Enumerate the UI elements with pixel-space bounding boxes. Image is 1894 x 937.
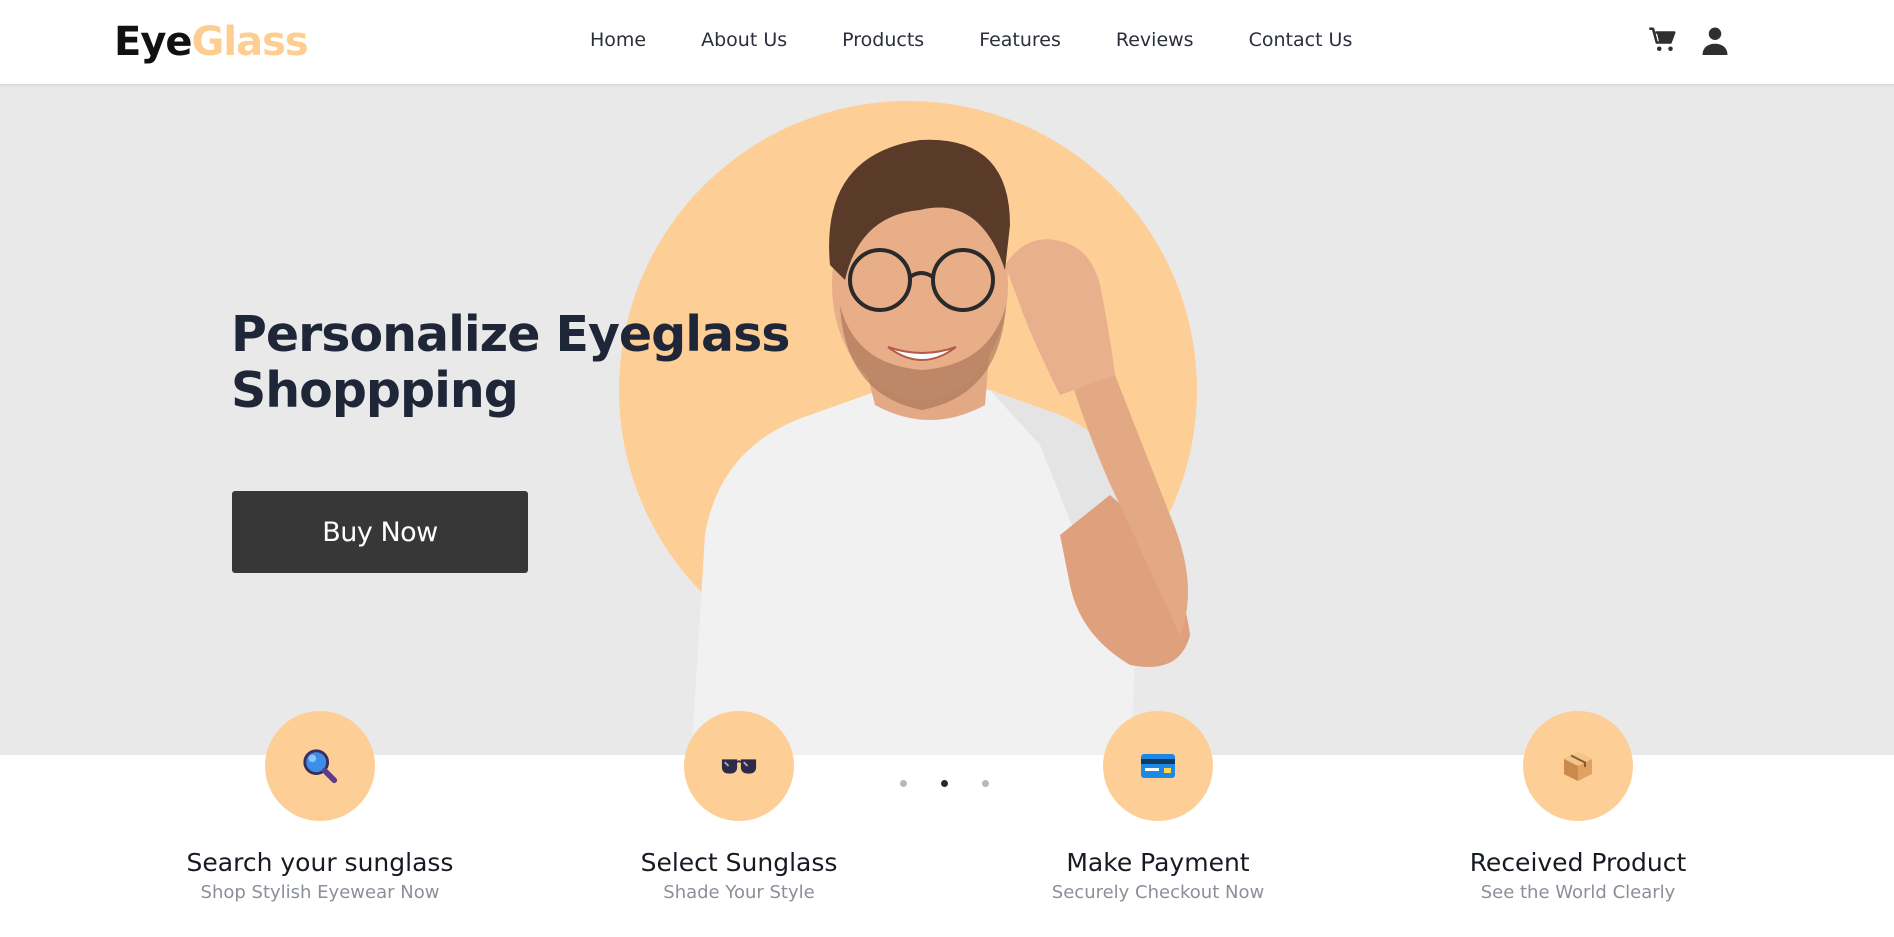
package-icon (1564, 752, 1592, 781)
hero-title-line-1: Personalize Eyeglass (231, 306, 790, 363)
nav-home[interactable]: Home (590, 28, 646, 52)
step-payment: Make Payment Securely Checkout Now (948, 711, 1368, 905)
step-icon-circle (684, 711, 794, 821)
nav-products[interactable]: Products (842, 28, 924, 52)
hero-title: Personalize Eyeglass Shoppping (231, 307, 791, 419)
step-icon-circle (265, 711, 375, 821)
sunglasses-icon (721, 759, 757, 774)
buy-now-button[interactable]: Buy Now (232, 491, 528, 573)
step-title: Received Product (1469, 848, 1687, 877)
hero-banner: Personalize Eyeglass Shoppping Buy Now (0, 85, 1894, 755)
nav-features[interactable]: Features (979, 28, 1061, 52)
step-title: Search your sunglass (186, 848, 454, 877)
logo-part-glass: Glass (191, 19, 309, 65)
nav-reviews[interactable]: Reviews (1116, 28, 1194, 52)
magnifier-icon (303, 749, 338, 784)
site-header: EyeGlass Home About Us Products Features… (0, 0, 1894, 85)
step-receive: Received Product See the World Clearly (1368, 711, 1788, 905)
nav-contact-us[interactable]: Contact Us (1249, 28, 1353, 52)
carousel-dots (900, 780, 1023, 787)
nav-about-us[interactable]: About Us (701, 28, 787, 52)
hero-title-line-2: Shoppping (231, 362, 519, 419)
main-nav: Home About Us Products Features Reviews … (590, 28, 1407, 52)
step-subtitle: See the World Clearly (1480, 882, 1676, 903)
cart-icon[interactable] (1648, 25, 1678, 55)
carousel-dot-3[interactable] (982, 780, 989, 787)
step-subtitle: Shop Stylish Eyewear Now (200, 882, 440, 903)
logo-part-eye: Eye (114, 19, 193, 65)
carousel-dot-1[interactable] (900, 780, 907, 787)
user-icon[interactable] (1700, 25, 1730, 55)
logo[interactable]: EyeGlass (114, 18, 309, 66)
step-select: Select Sunglass Shade Your Style (529, 711, 949, 905)
hero-person-image (691, 139, 1190, 755)
step-icon-circle (1523, 711, 1633, 821)
credit-card-icon (1141, 754, 1175, 778)
process-steps: Search your sunglass Shop Stylish Eyewea… (0, 711, 1894, 937)
step-search: Search your sunglass Shop Stylish Eyewea… (110, 711, 530, 905)
step-subtitle: Securely Checkout Now (1051, 882, 1265, 903)
carousel-dot-2[interactable] (941, 780, 948, 787)
step-subtitle: Shade Your Style (663, 882, 815, 903)
step-title: Make Payment (1066, 848, 1250, 877)
step-title: Select Sunglass (640, 848, 838, 877)
step-icon-circle (1103, 711, 1213, 821)
